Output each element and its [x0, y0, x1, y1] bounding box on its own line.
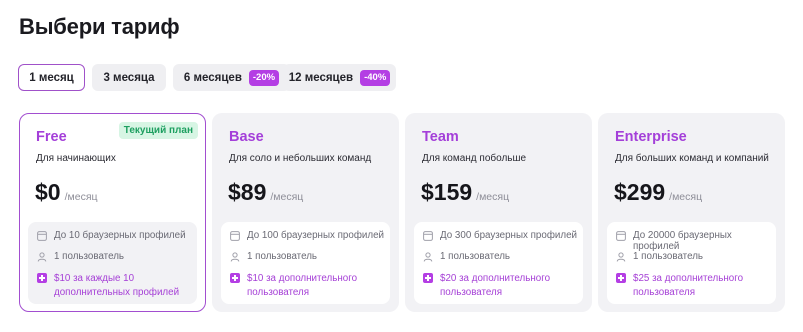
price-amount: $159 [421, 179, 473, 205]
discount-badge: -40% [360, 69, 391, 86]
plan-name: Team [422, 129, 459, 145]
user-icon [616, 252, 626, 262]
addon-text: $10 за дополнительного пользователя [247, 272, 357, 300]
browser-icon [616, 231, 626, 241]
plus-icon [423, 273, 433, 283]
plus-icon [37, 273, 47, 283]
price-amount: $0 [35, 179, 61, 205]
plus-icon [616, 273, 626, 283]
feature-item: До 100 браузерных профилей [230, 230, 384, 241]
plan-description: Для команд побольше [422, 153, 527, 164]
tab-12-months[interactable]: 12 месяцев -40% [283, 64, 396, 91]
current-plan-badge: Текущий план [118, 122, 198, 139]
plan-card-team[interactable]: Team Для команд побольше $159 /месяц До … [405, 113, 592, 312]
plan-price: $0 /месяц [35, 179, 98, 206]
plan-name: Base [229, 129, 264, 145]
user-icon [423, 252, 433, 262]
browser-icon [423, 231, 433, 241]
plan-price: $299 /месяц [614, 179, 702, 206]
browser-icon [230, 231, 240, 241]
feature-item: 1 пользователь [616, 251, 703, 262]
addon-line: $10 за каждые 10 [54, 273, 135, 284]
feature-list: До 300 браузерных профилей 1 пользовател… [414, 222, 583, 304]
addon-item: $20 за дополнительного пользователя [423, 272, 550, 300]
addon-text: $10 за каждые 10 дополнительных профилей [54, 272, 179, 300]
plan-name: Free [36, 129, 67, 145]
plan-description: Для соло и небольших команд [229, 153, 372, 164]
plan-price: $89 /месяц [228, 179, 303, 206]
feature-text: До 20000 браузерных профилей [633, 230, 732, 252]
feature-text: До 300 браузерных профилей [440, 230, 578, 241]
feature-item: 1 пользователь [230, 251, 317, 262]
discount-badge: -20% [248, 69, 280, 86]
addon-line: пользователя [247, 287, 310, 298]
feature-text: 1 пользователь [633, 251, 704, 262]
plan-card-enterprise[interactable]: Enterprise Для больших команд и компаний… [598, 113, 785, 312]
feature-text: До 100 браузерных профилей [247, 230, 385, 241]
tab-1-month[interactable]: 1 месяц [18, 64, 85, 91]
feature-text: 1 пользователь [247, 251, 318, 262]
addon-item: $25 за дополнительного пользователя [616, 272, 743, 300]
plan-description: Для начинающих [36, 153, 116, 164]
addon-line: $10 за дополнительного [247, 273, 358, 284]
plus-icon [230, 273, 240, 283]
feature-item: До 300 браузерных профилей [423, 230, 577, 241]
addon-line: пользователя [440, 287, 503, 298]
tab-label: 6 месяцев [183, 71, 242, 84]
addon-line: $20 за дополнительного [440, 273, 551, 284]
plan-card-base[interactable]: Base Для соло и небольших команд $89 /ме… [212, 113, 399, 312]
feature-text: 1 пользователь [54, 251, 125, 262]
user-icon [230, 252, 240, 262]
browser-icon [37, 231, 47, 241]
tab-3-months[interactable]: 3 месяца [92, 64, 166, 91]
addon-line: $25 за дополнительного [633, 273, 744, 284]
addon-item: $10 за каждые 10 дополнительных профилей [37, 272, 179, 300]
feature-item: 1 пользователь [423, 251, 510, 262]
feature-item: 1 пользователь [37, 251, 124, 262]
price-amount: $89 [228, 179, 267, 205]
tab-6-months[interactable]: 6 месяцев -20% [173, 64, 290, 91]
feature-item: До 20000 браузерных профилей [616, 230, 776, 252]
addon-item: $10 за дополнительного пользователя [230, 272, 357, 300]
price-period: /месяц [476, 191, 510, 203]
tab-label: 1 месяц [29, 71, 74, 84]
price-amount: $299 [614, 179, 666, 205]
tab-label: 3 месяца [103, 71, 155, 84]
plan-price: $159 /месяц [421, 179, 509, 206]
feature-text: 1 пользователь [440, 251, 511, 262]
addon-line: дополнительных профилей [54, 287, 180, 298]
feature-list: До 10 браузерных профилей 1 пользователь… [28, 222, 197, 304]
addon-line: пользователя [633, 287, 696, 298]
addon-text: $20 за дополнительного пользователя [440, 272, 550, 300]
feature-item: До 10 браузерных профилей [37, 230, 186, 241]
feature-list: До 100 браузерных профилей 1 пользовател… [221, 222, 390, 304]
user-icon [37, 252, 47, 262]
price-period: /месяц [669, 191, 703, 203]
price-period: /месяц [64, 191, 98, 203]
addon-text: $25 за дополнительного пользователя [633, 272, 743, 300]
feature-text: До 10 браузерных профилей [54, 230, 186, 241]
plan-description: Для больших команд и компаний [615, 153, 769, 164]
plan-name: Enterprise [615, 129, 687, 145]
feature-list: До 20000 браузерных профилей 1 пользоват… [607, 222, 776, 304]
plan-card-free[interactable]: Free Текущий план Для начинающих $0 /мес… [19, 113, 206, 312]
price-period: /месяц [270, 191, 304, 203]
page-title: Выбери тариф [19, 14, 180, 39]
tab-label: 12 месяцев [288, 71, 354, 84]
